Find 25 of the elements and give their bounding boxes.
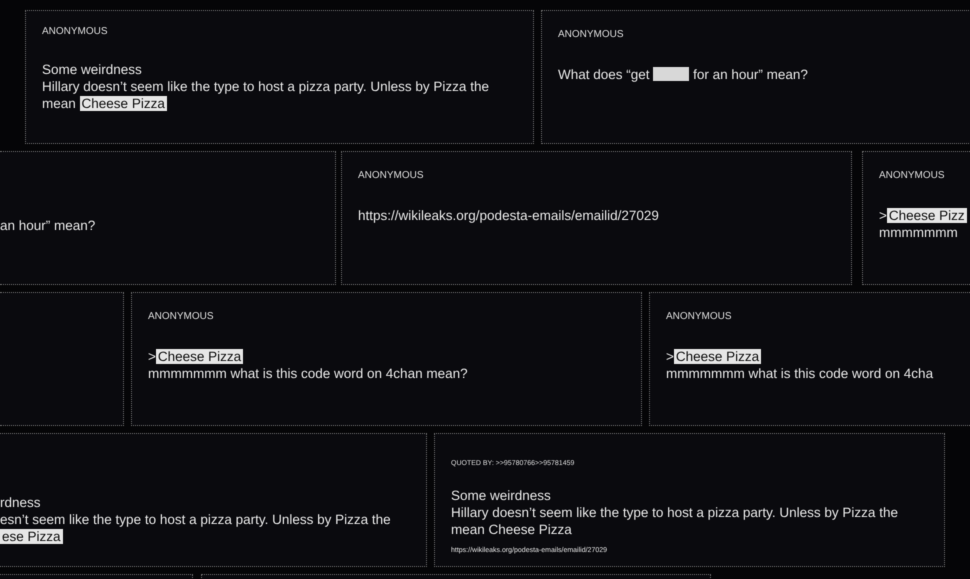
post-author: ANONYMOUS (42, 26, 109, 37)
post-text: an hour” mean? (0, 216, 96, 234)
post-author: ANONYMOUS (879, 170, 946, 181)
post-text: Some weirdness (42, 61, 143, 78)
post-text: ese Pizza (0, 528, 64, 545)
post-text: Hillary doesn’t seem like the type to host a pizza party. Unless by Pizza the (451, 504, 899, 521)
post-text: https://wikileaks.org/podesta-emails/emailid/27029 (358, 207, 660, 224)
post-text: mmmmmmm what is this code word on 4cha (666, 365, 934, 382)
post-text: What does “get for an hour” mean? (558, 66, 809, 83)
post-text: Some weirdness (451, 487, 552, 504)
post-author: ANONYMOUS (358, 170, 425, 181)
post-text: mmmmmmm what is this code word on 4chan mean? (148, 365, 469, 382)
post-text: mmmmmmm (879, 224, 959, 241)
post-text: rdness (0, 494, 42, 511)
post-author: ANONYMOUS (558, 29, 625, 40)
post-author: ANONYMOUS (148, 311, 215, 322)
post-text: mean Cheese Pizza (42, 95, 168, 112)
post-author: ANONYMOUS (666, 311, 733, 322)
redaction-bar (653, 67, 690, 81)
post-text: >Cheese Pizz (879, 207, 968, 224)
post-text: >Cheese Pizza (666, 348, 762, 365)
post-text: mean Cheese Pizza (451, 521, 573, 538)
post-text: >Cheese Pizza (148, 348, 244, 365)
post-text: Hillary doesn’t seem like the type to host a pizza party. Unless by Pizza the (42, 78, 490, 95)
post-text: esn’t seem like the type to host a pizza party. Unless by Pizza the (0, 511, 392, 528)
